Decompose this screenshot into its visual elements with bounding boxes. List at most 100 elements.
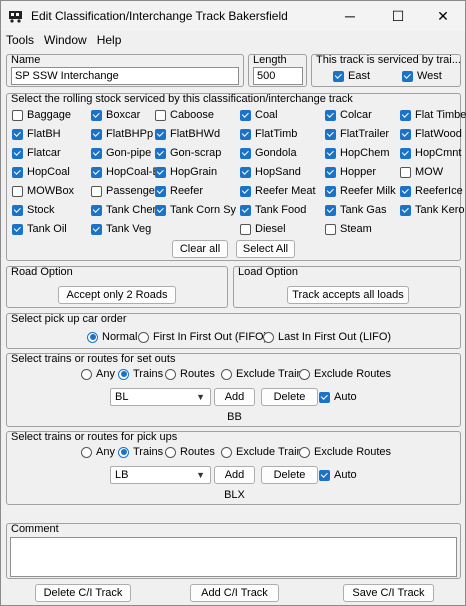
- maximize-button[interactable]: ☐: [375, 1, 421, 31]
- rolling-stock-tank-gas-box[interactable]: [325, 204, 336, 216]
- road-option-button[interactable]: Accept only 2 Roads: [58, 286, 176, 304]
- rolling-stock-flatcar-checkbox[interactable]: Flatcar: [12, 147, 61, 159]
- select-all-button[interactable]: Select All: [236, 240, 295, 258]
- rolling-stock-flatwood-box[interactable]: [400, 128, 411, 140]
- rolling-stock-flatbhpp-box[interactable]: [91, 128, 102, 140]
- rolling-stock-passenger-checkbox[interactable]: Passenger: [91, 185, 159, 197]
- rolling-stock-gondola-box[interactable]: [240, 147, 251, 159]
- setouts-exclude-routes-radio[interactable]: Exclude Routes: [299, 368, 391, 380]
- add-track-button[interactable]: Add C/I Track: [190, 584, 279, 602]
- save-track-button[interactable]: Save C/I Track: [343, 584, 434, 602]
- rolling-stock-tank-veg-box[interactable]: [91, 223, 102, 235]
- rolling-stock-steam-box[interactable]: [325, 223, 336, 235]
- rolling-stock-flat-timber-box[interactable]: [400, 109, 411, 121]
- rolling-stock-passenger-box[interactable]: [91, 185, 102, 197]
- east-checkbox[interactable]: East: [333, 70, 370, 82]
- menu-tools[interactable]: Tools: [1, 31, 39, 49]
- pickups-train-select[interactable]: LB ▼: [110, 466, 211, 484]
- rolling-stock-flattrailer-checkbox[interactable]: FlatTrailer: [325, 128, 389, 140]
- rolling-stock-flattimb-box[interactable]: [240, 128, 251, 140]
- rolling-stock-hopsand-checkbox[interactable]: HopSand: [240, 166, 301, 178]
- rolling-stock-gon-pipe-checkbox[interactable]: Gon-pipe: [91, 147, 151, 159]
- rolling-stock-mowbox-checkbox[interactable]: MOWBox: [12, 185, 74, 197]
- rolling-stock-colcar-checkbox[interactable]: Colcar: [325, 109, 372, 121]
- order-fifo-radio[interactable]: First In First Out (FIFO): [138, 331, 267, 343]
- west-checkbox[interactable]: West: [402, 70, 442, 82]
- length-field[interactable]: 500: [253, 67, 303, 85]
- rolling-stock-diesel-box[interactable]: [240, 223, 251, 235]
- order-lifo-dot[interactable]: [263, 331, 274, 343]
- rolling-stock-tank-food-checkbox[interactable]: Tank Food: [240, 204, 306, 216]
- rolling-stock-reefer-meat-checkbox[interactable]: Reefer Meat: [240, 185, 316, 197]
- pickups-auto-box[interactable]: [319, 469, 330, 481]
- rolling-stock-hopchem-checkbox[interactable]: HopChem: [325, 147, 390, 159]
- rolling-stock-hopchem-box[interactable]: [325, 147, 336, 159]
- pickups-routes-radio[interactable]: Routes: [165, 446, 215, 458]
- pickups-any-dot[interactable]: [81, 446, 92, 458]
- pickups-trains-dot[interactable]: [118, 446, 129, 458]
- rolling-stock-flatbh-checkbox[interactable]: FlatBH: [12, 128, 61, 140]
- setouts-exclude-routes-dot[interactable]: [299, 368, 310, 380]
- rolling-stock-reeferice-box[interactable]: [400, 185, 411, 197]
- name-field[interactable]: SP SSW Interchange: [11, 67, 239, 85]
- rolling-stock-reefer-meat-box[interactable]: [240, 185, 251, 197]
- pickups-exclude-trains-dot[interactable]: [221, 446, 232, 458]
- rolling-stock-mow-checkbox[interactable]: MOW: [400, 166, 443, 178]
- rolling-stock-tank-corn-sy-box[interactable]: [155, 204, 166, 216]
- rolling-stock-tank-gas-checkbox[interactable]: Tank Gas: [325, 204, 386, 216]
- rolling-stock-reeferice-checkbox[interactable]: ReeferIce: [400, 185, 463, 197]
- setouts-add-button[interactable]: Add: [214, 388, 255, 406]
- rolling-stock-tank-food-box[interactable]: [240, 204, 251, 216]
- rolling-stock-hopcmnt-checkbox[interactable]: HopCmnt: [400, 147, 461, 159]
- rolling-stock-steam-checkbox[interactable]: Steam: [325, 223, 372, 235]
- rolling-stock-stock-checkbox[interactable]: Stock: [12, 204, 55, 216]
- pickups-any-radio[interactable]: Any: [81, 446, 115, 458]
- setouts-auto-box[interactable]: [319, 391, 330, 403]
- rolling-stock-mowbox-box[interactable]: [12, 185, 23, 197]
- east-check-box[interactable]: [333, 70, 344, 82]
- rolling-stock-gon-pipe-box[interactable]: [91, 147, 102, 159]
- title-bar[interactable]: Edit Classification/Interchange Track Ba…: [1, 1, 465, 31]
- setouts-exclude-trains-radio[interactable]: Exclude Trains: [221, 368, 308, 380]
- rolling-stock-flatwood-checkbox[interactable]: FlatWood: [400, 128, 462, 140]
- pickups-exclude-routes-radio[interactable]: Exclude Routes: [299, 446, 391, 458]
- rolling-stock-mow-box[interactable]: [400, 166, 411, 178]
- menu-window[interactable]: Window: [39, 31, 92, 49]
- rolling-stock-stock-box[interactable]: [12, 204, 23, 216]
- rolling-stock-caboose-checkbox[interactable]: Caboose: [155, 109, 214, 121]
- rolling-stock-flat-timber-checkbox[interactable]: Flat Timber: [400, 109, 466, 121]
- rolling-stock-tank-chem-checkbox[interactable]: Tank Chem: [91, 204, 162, 216]
- pickups-auto-checkbox[interactable]: Auto: [319, 469, 357, 481]
- setouts-trains-dot[interactable]: [118, 368, 129, 380]
- setouts-exclude-trains-dot[interactable]: [221, 368, 232, 380]
- rolling-stock-coal-checkbox[interactable]: Coal: [240, 109, 278, 121]
- close-button[interactable]: ✕: [420, 1, 466, 31]
- rolling-stock-gondola-checkbox[interactable]: Gondola: [240, 147, 297, 159]
- rolling-stock-hopper-checkbox[interactable]: Hopper: [325, 166, 376, 178]
- order-fifo-dot[interactable]: [138, 331, 149, 343]
- pickups-routes-dot[interactable]: [165, 446, 176, 458]
- rolling-stock-flatbhpp-checkbox[interactable]: FlatBHPp: [91, 128, 153, 140]
- rolling-stock-coal-box[interactable]: [240, 109, 251, 121]
- rolling-stock-hopcoal-box[interactable]: [12, 166, 23, 178]
- rolling-stock-hopper-box[interactable]: [325, 166, 336, 178]
- rolling-stock-tank-oil-box[interactable]: [12, 223, 23, 235]
- load-option-button[interactable]: Track accepts all loads: [287, 286, 409, 304]
- rolling-stock-gon-scrap-checkbox[interactable]: Gon-scrap: [155, 147, 221, 159]
- minimize-button[interactable]: ─: [327, 1, 373, 31]
- rolling-stock-diesel-checkbox[interactable]: Diesel: [240, 223, 286, 235]
- rolling-stock-hopgrain-checkbox[interactable]: HopGrain: [155, 166, 217, 178]
- rolling-stock-flatcar-box[interactable]: [12, 147, 23, 159]
- order-lifo-radio[interactable]: Last In First Out (LIFO): [263, 331, 391, 343]
- pickups-delete-button[interactable]: Delete: [261, 466, 318, 484]
- pickups-exclude-trains-radio[interactable]: Exclude Trains: [221, 446, 308, 458]
- pickups-add-button[interactable]: Add: [214, 466, 255, 484]
- menu-help[interactable]: Help: [92, 31, 127, 49]
- rolling-stock-flatbhwd-box[interactable]: [155, 128, 166, 140]
- rolling-stock-gon-scrap-box[interactable]: [155, 147, 166, 159]
- rolling-stock-boxcar-box[interactable]: [91, 109, 102, 121]
- delete-track-button[interactable]: Delete C/I Track: [35, 584, 131, 602]
- rolling-stock-hopcmnt-box[interactable]: [400, 147, 411, 159]
- setouts-routes-radio[interactable]: Routes: [165, 368, 215, 380]
- pickups-exclude-routes-dot[interactable]: [299, 446, 310, 458]
